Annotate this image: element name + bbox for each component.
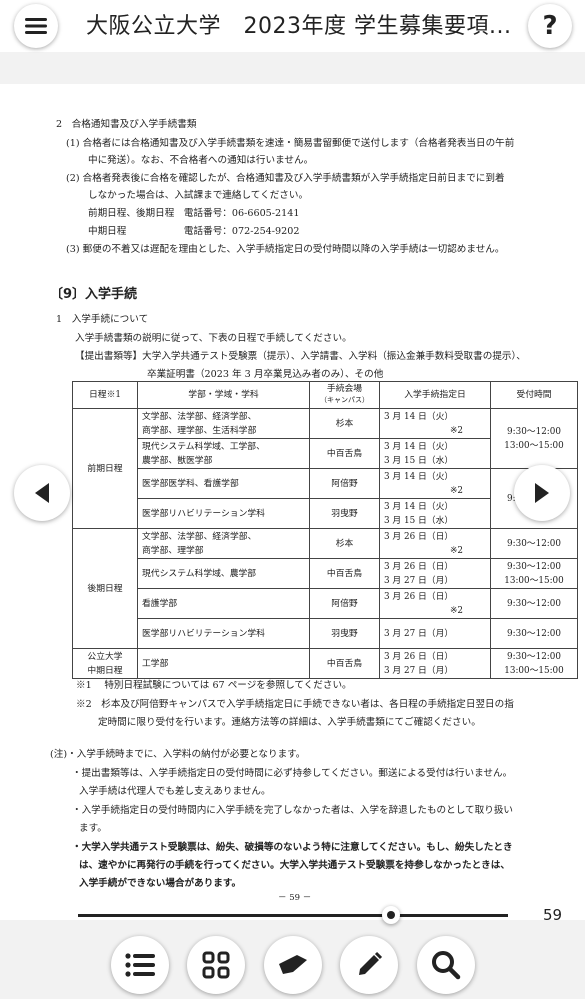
header-cell: 学部・学域・学科 (137, 381, 310, 409)
search-button[interactable] (417, 936, 475, 994)
text-line: (2) 合格者発表後に合格を確認したが、合格通知書及び入学手続書類が入学手続指定… (66, 173, 505, 184)
time-cell: 9:30～12:00 13:00～15:00 (490, 408, 578, 469)
faculty-cell: 医学部医学科、看護学部 (137, 468, 310, 499)
group-cell: 後期日程 (72, 528, 138, 649)
table-row: 公立大学 中期日程 工学部 中百舌鳥 3 月 26 日（日） 3 月 27 日（月）… (72, 648, 578, 679)
time-cell: 9:30～12:00 (490, 588, 578, 619)
header-cell: 手続会場 （キャンパス） (309, 381, 380, 409)
date-cell: 3 月 14 日（火） ※2 (379, 468, 491, 499)
table-of-contents-button[interactable] (111, 936, 169, 994)
menu-button[interactable] (14, 4, 58, 48)
help-icon: ? (542, 11, 558, 41)
table-row: 医学部医学科、看護学部 阿倍野 3 月 14 日（火）※2 9:30～12:00 (73, 468, 578, 529)
campus-cell: 中百舌鳥 (309, 558, 380, 589)
page-number: 59 (543, 906, 563, 924)
date-cell: 3 月 26 日（日） ※2 (379, 528, 491, 559)
campus-cell: 中百舌鳥 (309, 648, 380, 679)
note-line: 入学手続は代理人でも差し支えありません。 (79, 786, 271, 797)
note-line-bold: は、速やかに再発行の手続を行ってください。大学入学共通テスト受験票を持参しなかっ… (79, 860, 510, 871)
faculty-cell: 看護学部 (137, 588, 310, 619)
bookmark-button[interactable] (264, 936, 322, 994)
faculty-cell: 医学部リハビリテーション学科 (137, 618, 310, 649)
text-line: 卒業証明書（2023 年 3 月卒業見込み者のみ）、その他 (147, 369, 384, 380)
table-header-row: 日程※1 学部・学域・学科 手続会場 （キャンパス） 入学手続指定日 受付時間 (72, 381, 578, 409)
campus-cell: 羽曳野 (309, 618, 380, 649)
table-row: 後期日程 文学部、法学部、経済学部、 商学部、理学部 杉本 3 月 26 日（日）… (72, 528, 578, 649)
phone-line: 前期日程、後期日程 電話番号：06-6605-2141 (88, 208, 300, 219)
time-cell: 9:30～12:00 (490, 528, 578, 559)
note-line-bold: 入学手続ができない場合があります。 (79, 878, 242, 889)
table-row: 看護学部 阿倍野 3 月 26 日（日） ※2 9:30～12:00 (73, 588, 578, 619)
text-line: 【提出書類等】大学入学共通テスト受験票（提示）、入学請書、入学料（振込金兼手数料… (75, 351, 526, 362)
group-cell: 前期日程 (72, 408, 138, 529)
time-cell: 9:30～12:00 (490, 618, 578, 649)
subsection-title: 1 入学手続について (56, 314, 149, 325)
table-row: 医学部リハビリテーション学科 羽曳野 3 月 27 日（月） 9:30～12:0… (73, 618, 578, 649)
document-page: 2 合格通知書及び入学手続書類 (1) 合格者には合格通知書及び入学手続書類を速… (0, 84, 585, 920)
pencil-icon (359, 951, 383, 975)
note-line-bold: ・大学入学共通テスト受験票は、紛失、破損等のないよう特に注意してください。もし、… (72, 842, 513, 853)
date-cell: 3 月 27 日（月） (379, 618, 491, 649)
date-cell: 3 月 26 日（日） ※2 (379, 588, 491, 619)
arrow-right-icon (535, 483, 549, 503)
arrow-left-icon (35, 483, 49, 503)
date-cell: 3 月 14 日（火） 3 月 15 日（水） (379, 438, 491, 469)
text-line: 入学手続書類の説明に従って、下表の日程で手続してください。 (75, 333, 352, 344)
text-line: (1) 合格者には合格通知書及び入学手続書類を速達・簡易書留郵便で送付します（合… (66, 138, 515, 149)
date-cell: 3 月 14 日（火） ※2 (379, 408, 491, 439)
footnote: ※1 特別日程試験については 67 ページを参照してください。 (76, 680, 352, 691)
faculty-cell: 現代システム科学域、工学部、 農学部、獣医学部 (137, 438, 310, 469)
document-title: 大阪公立大学 2023年度 学生募集要項... (86, 14, 512, 39)
hamburger-icon (25, 18, 47, 34)
campus-cell: 阿倍野 (309, 588, 380, 619)
time-cell: 9:30～12:00 13:00～15:00 (490, 648, 578, 679)
footnote: 定時間に限り受付を行います。連絡方法等の詳細は、入学手続書類にてご確認ください。 (98, 717, 481, 728)
footnote: ※2 杉本及び阿倍野キャンパスで入学手続指定日に手続できない者は、各日程の手続指… (76, 699, 514, 710)
next-page-button[interactable] (514, 465, 570, 521)
note-line: (注)・入学手続時までに、入学料の納付が必要となります。 (50, 749, 306, 760)
enrollment-schedule-table: 日程※1 学部・学域・学科 手続会場 （キャンパス） 入学手続指定日 受付時間 前… (72, 381, 578, 679)
faculty-cell: 医学部リハビリテーション学科 (137, 498, 310, 529)
time-cell: 9:30～12:00 13:00～15:00 (490, 558, 578, 589)
note-line: ます。 (79, 823, 107, 834)
campus-cell: 杉本 (309, 528, 380, 559)
date-cell: 3 月 26 日（日） 3 月 27 日（月） (379, 558, 491, 589)
date-cell: 3 月 26 日（日） 3 月 27 日（月） (379, 648, 491, 679)
page-slider-track[interactable] (78, 914, 508, 917)
phone-line: 中期日程 電話番号：072-254-9202 (88, 226, 300, 237)
annotate-button[interactable] (340, 936, 398, 994)
section-9-heading: 〔9〕入学手続 (50, 287, 138, 302)
header-cell: 受付時間 (490, 381, 578, 409)
text-line: (3) 郵便の不着又は遅配を理由とした、入学手続指定日の受付時間以降の入学手続は… (66, 244, 505, 255)
header-cell: 入学手続指定日 (379, 381, 491, 409)
list-icon (125, 953, 155, 977)
table-row: 前期日程 文学部、法学部、経済学部、 商学部、理学部、生活科学部 杉本 3 月 1… (72, 408, 578, 529)
text-line: 中に発送）。なお、不合格者への通知は行いません。 (88, 155, 314, 166)
grid-icon (202, 951, 230, 979)
faculty-cell: 現代システム科学域、農学部 (137, 558, 310, 589)
page-footer: － 59 － (278, 893, 312, 903)
campus-cell: 阿倍野 (309, 468, 380, 499)
campus-cell: 中百舌鳥 (309, 438, 380, 469)
table-row: 現代システム科学域、農学部 中百舌鳥 3 月 26 日（日） 3 月 27 日（月… (73, 558, 578, 589)
note-line: ・入学手続指定日の受付時間内に入学手続を完了しなかった者は、入学を辞退したものと… (72, 805, 514, 816)
note-line: ・提出書類等は、入学手続指定日の受付時間に必ず持参してください。郵送による受付は… (72, 768, 513, 779)
date-cell: 3 月 14 日（火） 3 月 15 日（水） (379, 498, 491, 529)
previous-page-button[interactable] (14, 465, 70, 521)
faculty-cell: 文学部、法学部、経済学部、 商学部、理学部 (137, 528, 310, 559)
page-slider-handle[interactable] (382, 906, 400, 924)
text-line: しなかった場合は、入試課まで連絡してください。 (88, 190, 309, 201)
faculty-cell: 文学部、法学部、経済学部、 商学部、理学部、生活科学部 (137, 408, 310, 439)
top-bar: 大阪公立大学 2023年度 学生募集要項... ? (0, 0, 585, 52)
section-2-title: 2 合格通知書及び入学手続書類 (56, 119, 197, 130)
search-icon (432, 951, 461, 980)
group-cell: 公立大学 中期日程 (72, 648, 138, 679)
thumbnails-button[interactable] (187, 936, 245, 994)
header-cell: 日程※1 (72, 381, 138, 409)
campus-cell: 羽曳野 (309, 498, 380, 529)
faculty-cell: 工学部 (137, 648, 310, 679)
help-button[interactable]: ? (528, 4, 572, 48)
campus-cell: 杉本 (309, 408, 380, 439)
bookmark-ribbon-icon (279, 955, 307, 974)
